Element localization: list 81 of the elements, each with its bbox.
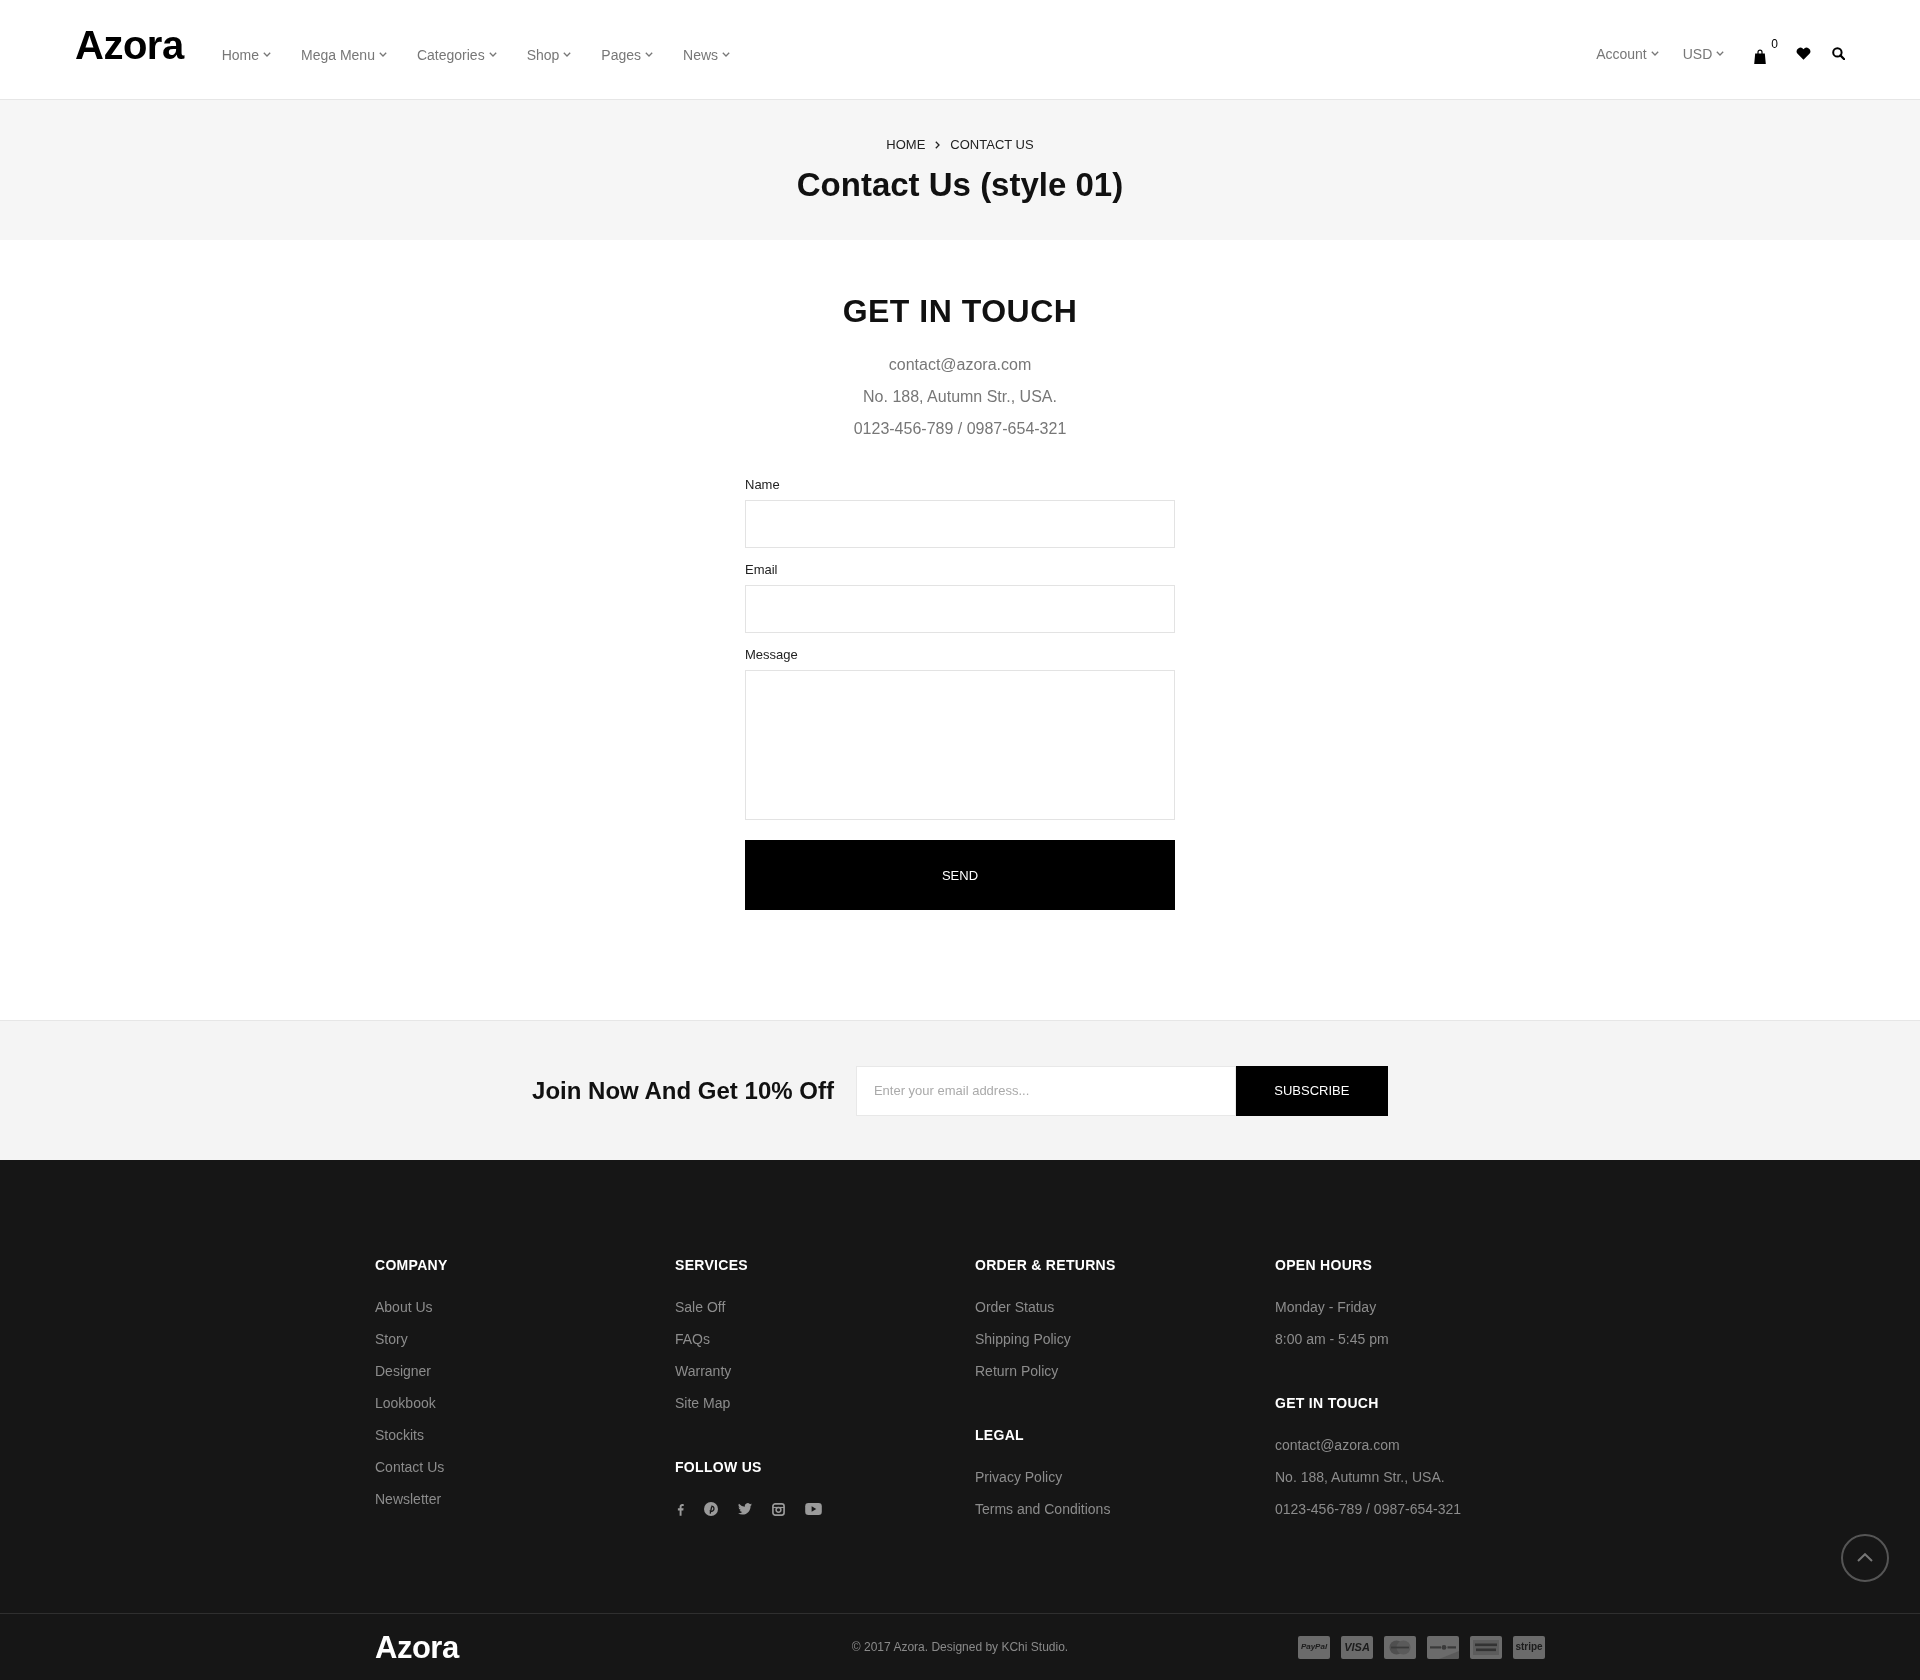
input-field[interactable] [745, 500, 1175, 548]
play-button-icon[interactable] [805, 1503, 822, 1515]
field-label: Message [745, 646, 798, 664]
caret-icon [722, 52, 731, 57]
field-label: Email [745, 561, 778, 579]
footer-heading: FOLLOW US [675, 1458, 762, 1477]
footer-link[interactable]: Privacy Policy [975, 1461, 1063, 1493]
pinterest-icon[interactable] [704, 1502, 718, 1516]
nav-link[interactable]: Categories [416, 44, 497, 65]
footer-link[interactable]: Site Map [675, 1387, 731, 1419]
shopping-bag-icon[interactable] [1754, 47, 1767, 64]
caret-icon [378, 52, 387, 57]
caret-icon [1716, 51, 1725, 56]
scroll-top-button[interactable] [1841, 1534, 1889, 1582]
footer-text: Monday - Friday [1275, 1298, 1377, 1317]
account-menu[interactable]: Account [1596, 43, 1659, 64]
email-field[interactable]: Enter your email address... [855, 1065, 1236, 1116]
subscribe-button[interactable]: SUBSCRIBE [1235, 1065, 1388, 1116]
copyright-text: © 2017 Azora. Designed by KChi Studio. [851, 1640, 1069, 1654]
contact-info-text: No. 188, Autumn Str., USA. [863, 387, 1057, 407]
bird-icon[interactable] [738, 1503, 752, 1515]
cart-count: 0 [1771, 37, 1778, 50]
newsletter-title: Join Now And Get 10% Off [532, 1075, 834, 1106]
footer-text: 0123-456-789 / 0987-654-321 [1275, 1500, 1462, 1519]
footer-link[interactable]: Story [375, 1323, 408, 1355]
input-field[interactable] [745, 585, 1175, 633]
footer-logo[interactable]: Azora [375, 1631, 459, 1663]
textarea-field[interactable] [745, 670, 1175, 820]
search-icon[interactable] [1832, 47, 1845, 60]
logo[interactable]: Azora [75, 24, 184, 65]
two-circles-card-icon [1384, 1635, 1416, 1659]
card-with-lines-icon [1470, 1635, 1502, 1659]
nav-link[interactable]: Mega Menu [301, 44, 387, 65]
payment-badge: PayPal [1298, 1635, 1330, 1659]
caret-icon [263, 52, 271, 57]
caret-icon [563, 52, 572, 57]
footer-heading: SERVICES [675, 1256, 748, 1275]
footer-text: contact@azora.com [1275, 1436, 1400, 1455]
footer-link[interactable]: Sale Off [675, 1291, 726, 1323]
footer-link[interactable]: Shipping Policy [975, 1323, 1071, 1355]
footer-text: No. 188, Autumn Str., USA. [1275, 1468, 1445, 1487]
footer-heading: OPEN HOURS [1275, 1256, 1373, 1275]
breadcrumb-link[interactable]: HOME [886, 135, 926, 155]
payment-badge: stripe [1513, 1635, 1545, 1659]
caret-icon [645, 52, 654, 57]
contact-info-text: 0123-456-789 / 0987-654-321 [853, 419, 1067, 439]
currency-menu[interactable]: USD [1682, 43, 1725, 64]
footer-heading: ORDER & RETURNS [975, 1256, 1116, 1275]
caret-icon [488, 52, 497, 57]
payment-badge: VISA [1341, 1635, 1373, 1659]
nav-link[interactable]: Shop [526, 44, 572, 65]
footer-link[interactable]: Designer [375, 1355, 432, 1387]
section-heading: GET IN TOUCH [842, 292, 1078, 331]
footer-link[interactable]: Terms and Conditions [975, 1493, 1111, 1525]
footer-heading: GET IN TOUCH [1275, 1394, 1379, 1413]
field-label: Name [745, 476, 780, 494]
chevron-up-icon [1857, 1552, 1873, 1562]
footer-link[interactable]: Return Policy [975, 1355, 1059, 1387]
nav-link[interactable]: Pages [601, 44, 654, 65]
chevron-right-icon [935, 141, 941, 149]
caret-icon [1650, 51, 1659, 56]
footer-link[interactable]: Newsletter [375, 1483, 442, 1515]
heart-icon[interactable] [1796, 47, 1811, 60]
footer-text: 8:00 am - 5:45 pm [1275, 1330, 1389, 1349]
footer-heading: LEGAL [975, 1426, 1024, 1445]
footer-heading: COMPANY [375, 1256, 448, 1275]
footer-link[interactable]: Stockits [375, 1419, 424, 1451]
contact-info-text: contact@azora.com [888, 355, 1032, 375]
footer-link[interactable]: Order Status [975, 1291, 1055, 1323]
footer-link[interactable]: Lookbook [375, 1387, 436, 1419]
nav-link[interactable]: Home [221, 44, 271, 65]
send-button[interactable]: SEND [745, 840, 1175, 910]
facebook-icon[interactable] [677, 1502, 684, 1516]
nav-link[interactable]: News [683, 44, 731, 65]
footer-link[interactable]: FAQs [675, 1323, 710, 1355]
footer-link[interactable]: Warranty [675, 1355, 732, 1387]
footer-link[interactable]: About Us [375, 1291, 433, 1323]
footer-link[interactable]: Contact Us [375, 1451, 445, 1483]
breadcrumb-current: CONTACT US [950, 136, 1034, 154]
page-title: Contact Us (style 01) [796, 165, 1124, 205]
camera-icon[interactable] [772, 1502, 785, 1516]
